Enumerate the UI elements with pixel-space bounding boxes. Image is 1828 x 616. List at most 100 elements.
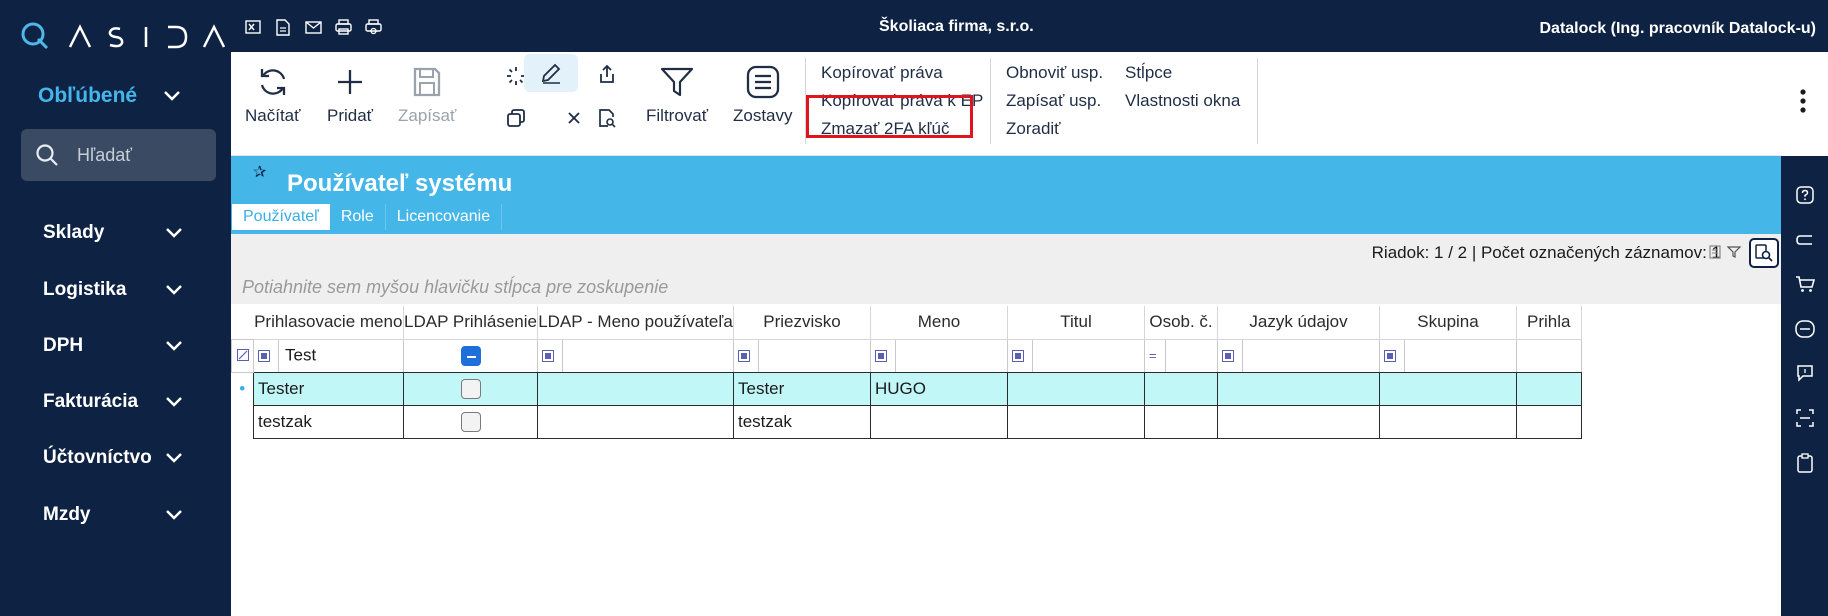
cell-osob[interactable] bbox=[1144, 371, 1218, 406]
cell-ldap-user[interactable] bbox=[537, 404, 734, 439]
tab-licencovanie[interactable]: Licencovanie bbox=[386, 204, 503, 230]
scan-icon[interactable] bbox=[1795, 408, 1815, 428]
copy-button[interactable] bbox=[496, 100, 536, 136]
column-header[interactable]: Titul bbox=[1007, 306, 1145, 340]
filter-cell-name[interactable] bbox=[870, 338, 1008, 373]
cell-surname[interactable]: Tester bbox=[733, 371, 871, 406]
excel-icon[interactable] bbox=[243, 17, 263, 37]
refresh-settings-button[interactable]: Obnoviť usp. bbox=[1006, 63, 1103, 83]
filter-operator-icon[interactable] bbox=[1384, 349, 1396, 362]
share-button[interactable] bbox=[587, 56, 627, 92]
search-input[interactable] bbox=[77, 144, 207, 166]
filter-operator-icon[interactable] bbox=[1012, 349, 1024, 362]
copy-rights-button[interactable]: Kopírovať práva bbox=[821, 63, 943, 83]
cell-name[interactable] bbox=[870, 404, 1008, 439]
clipboard-icon[interactable] bbox=[1795, 453, 1815, 473]
cell-login[interactable]: testzak bbox=[253, 404, 404, 439]
chat-icon[interactable] bbox=[1795, 363, 1815, 383]
user-name[interactable]: Datalock (Ing. pracovník Datalock-u) bbox=[1539, 20, 1816, 38]
cell-title[interactable] bbox=[1007, 404, 1145, 439]
sidebar-item-mzdy[interactable]: Mzdy bbox=[43, 500, 183, 530]
filter-clear-icon[interactable] bbox=[231, 338, 254, 373]
mail-icon[interactable] bbox=[303, 17, 323, 37]
filter-cell-group[interactable] bbox=[1379, 338, 1517, 373]
filter-cell-lang[interactable] bbox=[1217, 338, 1380, 373]
table-row[interactable]: testzak testzak bbox=[232, 404, 1582, 439]
filter-cell-ldap-user[interactable] bbox=[537, 338, 734, 373]
column-header[interactable]: Osob. č. bbox=[1144, 306, 1218, 340]
add-button[interactable]: Pridať bbox=[327, 62, 373, 126]
column-header[interactable]: LDAP Prihlásenie bbox=[403, 306, 538, 340]
filter-cell-osob[interactable]: = bbox=[1144, 338, 1218, 373]
column-header[interactable]: Prihla bbox=[1516, 306, 1582, 340]
cart-icon[interactable] bbox=[1795, 274, 1815, 294]
favorites-toggle[interactable]: Obľúbené bbox=[38, 84, 181, 108]
cell-osob[interactable] bbox=[1144, 404, 1218, 439]
table-row[interactable]: • Tester Tester HUGO bbox=[231, 371, 1582, 406]
more-options-icon[interactable] bbox=[1799, 88, 1806, 119]
column-header[interactable]: Meno bbox=[870, 306, 1008, 340]
ldap-checkbox[interactable] bbox=[460, 378, 481, 399]
save-button[interactable]: Zapísať bbox=[398, 62, 456, 126]
filter-operator-icon[interactable] bbox=[542, 349, 554, 362]
group-by-area[interactable]: Potiahnite sem myšou hlavičku stĺpca pre… bbox=[231, 270, 1781, 304]
cell-ldap-user[interactable] bbox=[537, 371, 734, 406]
tab-role[interactable]: Role bbox=[330, 204, 386, 230]
filter-operator-icon[interactable] bbox=[738, 349, 750, 362]
sidebar-item-sklady[interactable]: Sklady bbox=[43, 218, 183, 248]
grid-export-icon[interactable] bbox=[1709, 245, 1723, 264]
filter-cell-title[interactable] bbox=[1007, 338, 1145, 373]
reload-button[interactable]: Načítať bbox=[245, 62, 301, 126]
sort-button[interactable]: Zoradiť bbox=[1006, 119, 1061, 139]
find-in-grid-button[interactable] bbox=[1749, 238, 1779, 268]
cell-extra[interactable] bbox=[1516, 371, 1582, 406]
print-icon[interactable] bbox=[333, 17, 353, 37]
sidebar-item-fakturacia[interactable]: Fakturácia bbox=[43, 387, 183, 417]
cell-title[interactable] bbox=[1007, 371, 1145, 406]
edit-button[interactable] bbox=[524, 54, 578, 92]
filter-cell-ldap[interactable] bbox=[403, 338, 538, 373]
grid-filter-icon[interactable] bbox=[1726, 245, 1742, 264]
ldap-checkbox[interactable] bbox=[460, 411, 481, 432]
filter-operator-icon[interactable] bbox=[1222, 349, 1234, 362]
filter-operator-icon[interactable] bbox=[258, 349, 270, 362]
filter-cell-extra[interactable] bbox=[1516, 338, 1582, 373]
filter-operator-icon[interactable] bbox=[875, 349, 887, 362]
cell-group[interactable] bbox=[1379, 371, 1517, 406]
filter-cell-login[interactable]: Test bbox=[253, 338, 404, 373]
equals-operator-icon[interactable]: = bbox=[1149, 348, 1157, 363]
column-header[interactable]: Priezvisko bbox=[733, 306, 871, 340]
print-preview-icon[interactable] bbox=[363, 17, 383, 37]
help-icon[interactable] bbox=[1795, 185, 1815, 205]
cell-login[interactable]: Tester bbox=[253, 371, 404, 406]
cell-lang[interactable] bbox=[1217, 404, 1380, 439]
document-search-button[interactable] bbox=[587, 100, 627, 136]
cell-lang[interactable] bbox=[1217, 371, 1380, 406]
sidebar-item-dph[interactable]: DPH bbox=[43, 331, 183, 361]
cell-extra[interactable] bbox=[1516, 404, 1582, 439]
document-icon[interactable] bbox=[273, 17, 293, 37]
link-icon[interactable] bbox=[1795, 230, 1815, 250]
cell-surname[interactable]: testzak bbox=[733, 404, 871, 439]
ldap-filter-checkbox[interactable] bbox=[460, 345, 481, 366]
cell-ldap[interactable] bbox=[403, 404, 538, 439]
column-header[interactable]: LDAP - Meno používateľa bbox=[537, 306, 734, 340]
asida-logo[interactable] bbox=[20, 16, 228, 56]
favorite-star-icon[interactable]: ✰ bbox=[253, 162, 266, 182]
sidebar-search[interactable] bbox=[21, 129, 216, 181]
reports-button[interactable]: Zostavy bbox=[733, 62, 793, 126]
column-header[interactable]: Jazyk údajov bbox=[1217, 306, 1380, 340]
tab-pouzivatel[interactable]: Používateľ bbox=[232, 204, 330, 230]
exchange-icon[interactable] bbox=[1795, 319, 1815, 339]
cell-name[interactable]: HUGO bbox=[870, 371, 1008, 406]
column-header[interactable]: Skupina bbox=[1379, 306, 1517, 340]
filter-button[interactable]: Filtrovať bbox=[646, 62, 708, 126]
cell-ldap[interactable] bbox=[403, 371, 538, 406]
sidebar-item-uctovnictvo[interactable]: Účtovníctvo bbox=[43, 443, 183, 473]
window-properties-button[interactable]: Vlastnosti okna bbox=[1125, 91, 1240, 111]
filter-cell-surname[interactable] bbox=[733, 338, 871, 373]
columns-button[interactable]: Stĺpce bbox=[1125, 63, 1172, 83]
column-header[interactable]: Prihlasovacie meno bbox=[253, 306, 404, 340]
cell-group[interactable] bbox=[1379, 404, 1517, 439]
write-settings-button[interactable]: Zapísať usp. bbox=[1006, 91, 1101, 111]
